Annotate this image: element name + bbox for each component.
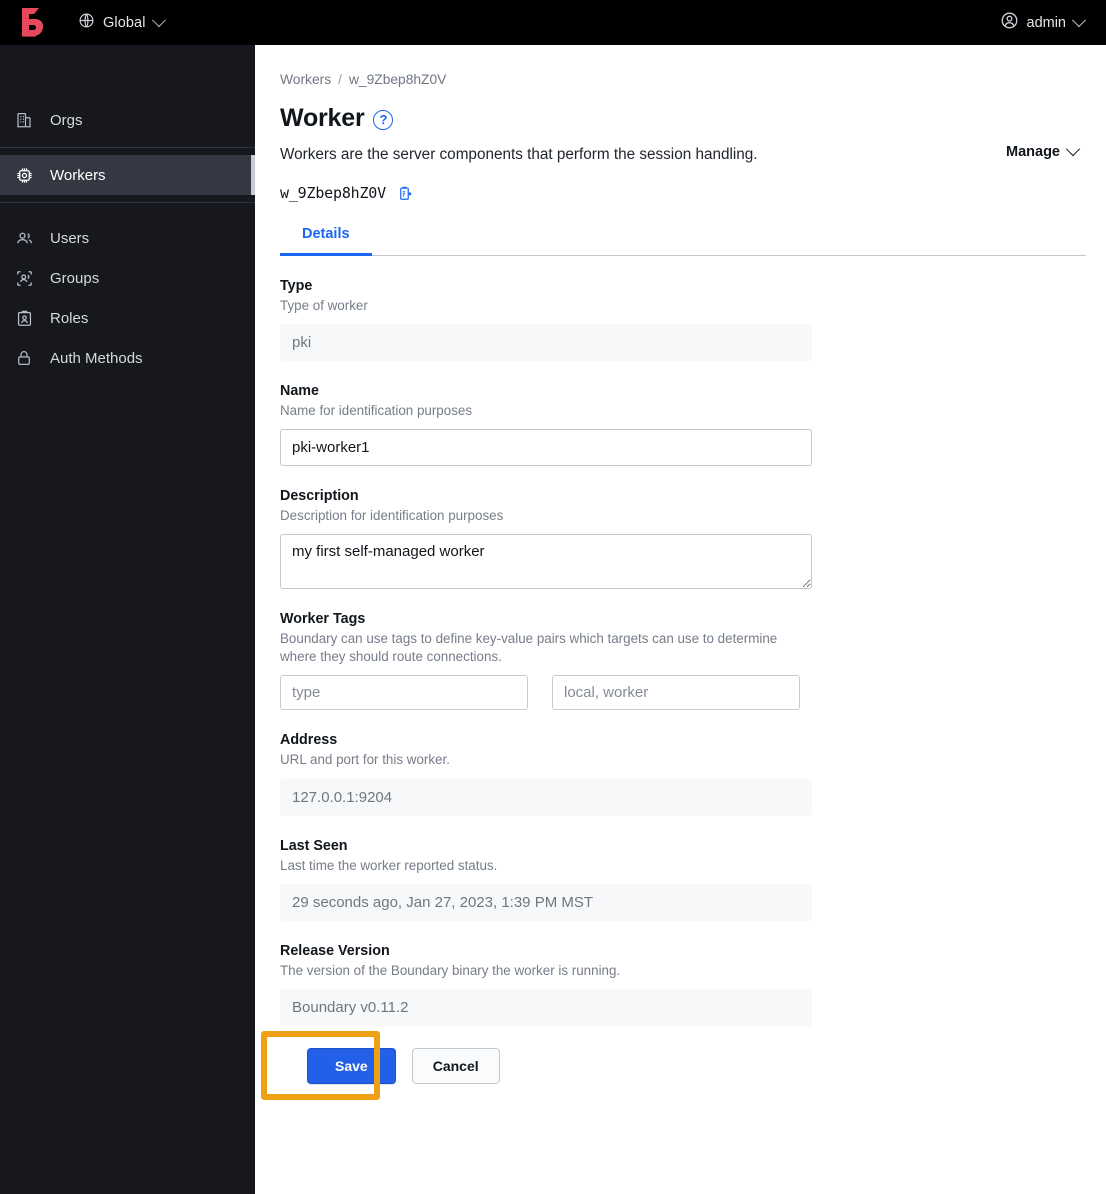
sidebar-item-label: Roles (50, 309, 89, 327)
sidebar-top-spacer (0, 45, 255, 100)
scope-label: Global (103, 14, 146, 31)
field-help: Description for identification purposes (280, 508, 504, 524)
address-value: 127.0.0.1:9204 (280, 778, 812, 816)
field-label: Address (280, 732, 338, 749)
boundary-logo[interactable] (0, 0, 62, 45)
manage-dropdown-button[interactable]: Manage (998, 138, 1086, 166)
sidebar-item-label: Groups (50, 269, 100, 287)
field-help: Name for identification purposes (280, 403, 473, 419)
field-help: The version of the Boundary binary the w… (280, 962, 621, 978)
worker-tag-key-input[interactable] (280, 675, 528, 711)
field-help: URL and port for this worker. (280, 752, 450, 768)
name-input[interactable] (280, 429, 812, 467)
field-last-seen: Last Seen Last time the worker reported … (280, 838, 1086, 921)
id-badge-icon (14, 308, 34, 328)
field-label: Release Version (280, 942, 390, 959)
field-help: Last time the worker reported status. (280, 857, 498, 873)
breadcrumb: Workers / w_9Zbep8hZ0V (280, 72, 1086, 87)
chevron-down-icon (1071, 12, 1087, 27)
field-release-version: Release Version The version of the Bound… (280, 943, 1086, 1026)
page-title: Worker (280, 104, 365, 132)
sidebar-item-auth-methods[interactable]: Auth Methods (0, 338, 255, 378)
field-label: Type (280, 278, 313, 294)
last-seen-value: 29 seconds ago, Jan 27, 2023, 1:39 PM MS… (280, 883, 812, 921)
users-icon (14, 228, 34, 248)
field-type: Type Type of worker pki (280, 278, 1086, 362)
sidebar: Orgs Workers Users Groups Roles Auth Met… (0, 45, 255, 1194)
sidebar-item-orgs[interactable]: Orgs (0, 100, 255, 140)
field-help: Type of worker (280, 298, 368, 313)
user-menu-label: admin (1026, 14, 1067, 31)
tab-details[interactable]: Details (280, 222, 372, 256)
main-content: Workers / w_9Zbep8hZ0V Worker ? Workers … (255, 45, 1106, 1194)
building-icon (14, 110, 34, 130)
worker-form: Type Type of worker pki Name Name for id… (280, 278, 1086, 1084)
globe-icon (78, 12, 95, 33)
group-box-icon (14, 268, 34, 288)
sidebar-divider (0, 202, 255, 203)
page-title-row: Worker ? (280, 104, 1086, 133)
sidebar-item-label: Users (50, 229, 90, 247)
cancel-button[interactable]: Cancel (411, 1047, 500, 1084)
user-circle-icon (1000, 11, 1019, 34)
save-button[interactable]: Save (307, 1047, 396, 1084)
breadcrumb-separator: / (338, 72, 342, 87)
sidebar-item-label: Auth Methods (50, 349, 143, 367)
sidebar-item-workers[interactable]: Workers (0, 155, 255, 195)
field-name: Name Name for identification purposes (280, 383, 1086, 467)
top-bar: Global admin (0, 0, 1106, 45)
chevron-down-icon (151, 12, 166, 27)
field-label: Name (280, 383, 319, 400)
field-label: Description (280, 488, 359, 505)
user-menu[interactable]: admin (992, 6, 1099, 39)
field-help: Boundary can use tags to define key-valu… (280, 631, 778, 665)
sidebar-item-label: Orgs (50, 111, 83, 129)
tab-bar: Details (280, 222, 1086, 256)
sidebar-divider (0, 147, 255, 148)
boundary-logo-icon (22, 7, 43, 37)
breadcrumb-current: w_9Zbep8hZ0V (348, 72, 447, 87)
field-label: Worker Tags (280, 611, 366, 628)
lock-icon (14, 348, 34, 368)
chevron-down-icon (1065, 142, 1081, 157)
resource-id: w_9Zbep8hZ0V (280, 184, 386, 202)
breadcrumb-parent[interactable]: Workers (280, 72, 331, 87)
field-label: Last Seen (280, 837, 348, 854)
field-address: Address URL and port for this worker. 12… (280, 732, 1086, 816)
worker-tag-value-input[interactable] (552, 675, 800, 711)
form-actions: Save Cancel (280, 1047, 1086, 1084)
release-version-value: Boundary v0.11.2 (280, 988, 812, 1026)
sidebar-item-label: Workers (50, 166, 106, 184)
field-description: Description Description for identificati… (280, 488, 1086, 590)
sidebar-item-groups[interactable]: Groups (0, 258, 255, 298)
cpu-chip-icon (14, 165, 34, 185)
type-value: pki (280, 324, 812, 362)
field-worker-tags: Worker Tags Boundary can use tags to def… (280, 611, 1086, 711)
description-textarea[interactable] (280, 534, 812, 590)
scope-picker[interactable]: Global (70, 7, 172, 38)
help-question-icon[interactable]: ? (373, 110, 394, 130)
copy-clipboard-icon[interactable] (396, 185, 413, 202)
resource-id-row: w_9Zbep8hZ0V (280, 184, 1086, 202)
worker-tag-row (280, 675, 1086, 711)
sidebar-item-roles[interactable]: Roles (0, 298, 255, 338)
manage-label: Manage (1006, 144, 1060, 160)
page-subtitle: Workers are the server components that p… (280, 146, 758, 163)
sidebar-item-users[interactable]: Users (0, 218, 255, 258)
